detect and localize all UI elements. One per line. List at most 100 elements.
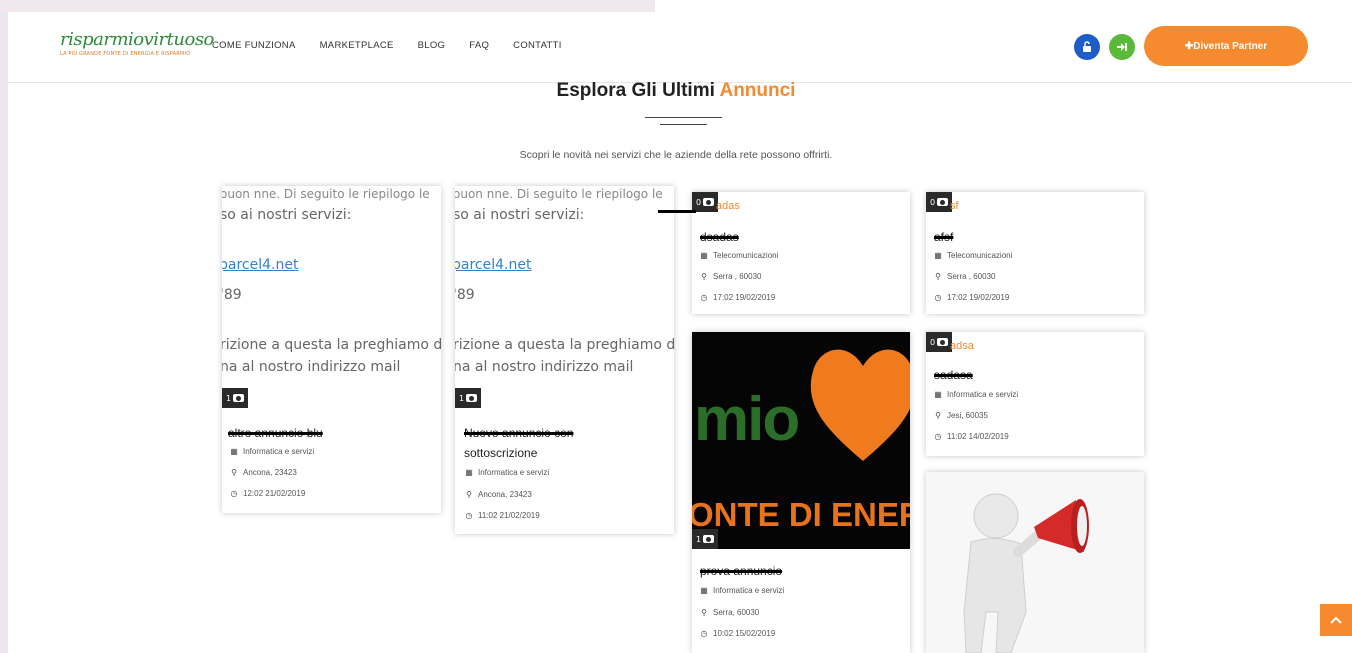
location-text: Jesi, 60035 (947, 411, 988, 420)
nav-blog[interactable]: BLOG (418, 40, 446, 51)
image-text-line: ouon nne. Di seguito le riepilogo le (455, 187, 663, 201)
category-text: Telecomunicazioni (713, 251, 779, 260)
location-text: Serra , 60030 (713, 272, 762, 281)
listing-category: ▦ Informatica e servizi (700, 586, 784, 595)
photo-count-badge: 1 (455, 388, 482, 408)
section-title-main: Esplora Gli Ultimi (556, 80, 720, 101)
listing-card[interactable]: ouon nne. Di seguito le riepilogo le so … (455, 186, 674, 534)
listing-title[interactable]: altro annuncio blu (228, 426, 323, 440)
image-text-line: na al nostro indirizzo mail (455, 359, 634, 375)
image-text: ONTE DI ENER (692, 496, 910, 533)
sign-in-button[interactable] (1109, 34, 1135, 60)
listing-title[interactable]: prova annuncio (700, 564, 782, 578)
category-text: Informatica e servizi (243, 447, 315, 456)
camera-icon (233, 394, 245, 402)
map-marker-icon: ⚲ (701, 608, 707, 617)
heart-logo-icon (810, 349, 910, 461)
nav-come-funziona[interactable]: COME FUNZIONA (212, 40, 296, 51)
image-text-line: so ai nostri servizi: (222, 207, 352, 223)
image-text-line: '89 (455, 287, 475, 303)
listing-location: ⚲ Ancona, 23423 (465, 490, 532, 499)
redaction-mark (658, 210, 696, 213)
clock-icon: ◷ (700, 293, 708, 302)
listing-card[interactable]: mio ONTE DI ENER 1 prova annuncio ▦ Infor… (692, 332, 910, 653)
listing-date: ◷ 10:02 15/02/2019 (700, 629, 776, 638)
title-divider (645, 117, 722, 118)
photo-count-badge: 0 (926, 332, 953, 352)
listing-title[interactable]: Nuovo annuncio con (464, 426, 573, 440)
clock-icon: ◷ (934, 432, 942, 441)
logo-tagline: LA PIÙ GRANDE FONTE DI ENERGIA E RISPARM… (60, 51, 191, 57)
site-logo[interactable]: risparmiovirtuoso LA PIÙ GRANDE FONTE DI… (60, 29, 214, 57)
nav-marketplace[interactable]: MARKETPLACE (320, 40, 394, 51)
date-text: 17:02 19/02/2019 (713, 293, 776, 302)
th-large-icon: ▦ (700, 251, 708, 260)
photo-count-badge: 1 (692, 529, 719, 549)
listing-location: ⚲ Ancona, 23423 (230, 468, 297, 477)
map-marker-icon: ⚲ (935, 272, 941, 281)
listing-location: ⚲ Serra , 60030 (700, 272, 761, 281)
listing-location: ⚲ Serra , 60030 (934, 272, 995, 281)
clock-icon: ◷ (230, 489, 238, 498)
photo-count: 0 (696, 197, 702, 207)
listing-location: ⚲ Serra, 60030 (700, 608, 759, 617)
camera-icon (703, 198, 715, 206)
listing-card[interactable]: 0 adsa sadasa ▦ Informatica e servizi ⚲ Je… (926, 332, 1144, 456)
listing-card[interactable]: 0 adas dsadas ▦ Telecomunicazioni ⚲ Serra … (692, 192, 910, 314)
photo-count-badge: 1 (222, 388, 249, 408)
image-text-line: ouon nne. Di seguito le riepilogo le (222, 187, 430, 201)
chevron-up-icon (1330, 616, 1342, 624)
photo-count-badge: 0 (692, 192, 719, 212)
clock-icon: ◷ (465, 511, 473, 520)
listing-date: ◷ 17:02 19/02/2019 (934, 293, 1010, 302)
category-text: Telecomunicazioni (947, 251, 1013, 260)
clock-icon: ◷ (700, 629, 708, 638)
date-text: 11:02 21/02/2019 (478, 511, 540, 520)
listing-date: ◷ 11:02 21/02/2019 (465, 511, 540, 520)
unlock-icon (1083, 41, 1091, 52)
th-large-icon: ▦ (700, 586, 708, 595)
listing-title-line2[interactable]: sottoscrizione (464, 446, 537, 460)
listing-category: ▦ Telecomunicazioni (934, 251, 1012, 260)
listing-title[interactable]: afsf (934, 230, 953, 244)
photo-count: 1 (696, 534, 702, 544)
listing-title[interactable]: dsadas (700, 230, 739, 244)
date-text: 12:02 21/02/2019 (243, 489, 306, 498)
category-text: Informatica e servizi (713, 586, 785, 595)
map-marker-icon: ⚲ (466, 490, 472, 499)
become-partner-button[interactable]: ✚Diventa Partner (1144, 26, 1308, 66)
section-title-accent: Annunci (719, 80, 796, 101)
location-text: Ancona, 23423 (243, 468, 297, 477)
map-marker-icon: ⚲ (701, 272, 707, 281)
clock-icon: ◷ (934, 293, 942, 302)
nav-faq[interactable]: FAQ (469, 40, 489, 51)
th-large-icon: ▦ (230, 447, 238, 456)
photo-count: 1 (459, 393, 465, 403)
map-marker-icon: ⚲ (231, 468, 237, 477)
date-text: 10:02 15/02/2019 (713, 629, 776, 638)
category-text: Informatica e servizi (947, 390, 1019, 399)
nav-contatti[interactable]: CONTATTI (513, 40, 562, 51)
location-text: Ancona, 23423 (478, 490, 532, 499)
listing-card[interactable]: 0 sf afsf ▦ Telecomunicazioni ⚲ Serra , 60… (926, 192, 1144, 314)
image-text-line: so ai nostri servizi: (455, 207, 585, 223)
listing-image: mio ONTE DI ENER (692, 332, 910, 549)
listing-card[interactable] (926, 472, 1144, 653)
map-marker-icon: ⚲ (935, 411, 941, 420)
listing-date: ◷ 12:02 21/02/2019 (230, 489, 306, 498)
image-text-line: '89 (222, 287, 242, 303)
listing-category: ▦ Telecomunicazioni (700, 251, 778, 260)
main-nav: COME FUNZIONA MARKETPLACE BLOG FAQ CONTA… (212, 40, 586, 51)
listing-category: ▦ Informatica e servizi (934, 390, 1018, 399)
listing-title[interactable]: sadasa (934, 368, 973, 382)
listing-category: ▦ Informatica e servizi (230, 447, 314, 456)
listing-card[interactable]: ouon nne. Di seguito le riepilogo le so … (222, 186, 441, 513)
camera-icon (937, 338, 949, 346)
login-lock-button[interactable] (1074, 34, 1100, 60)
date-text: 17:02 19/02/2019 (947, 293, 1010, 302)
listing-label: sf (950, 200, 959, 212)
image-text-line: rizione a questa la preghiamo di (455, 337, 674, 353)
listing-date: ◷ 11:02 14/02/2019 (934, 432, 1009, 441)
image-text-line: na al nostro indirizzo mail (222, 359, 401, 375)
scroll-to-top-button[interactable] (1320, 604, 1352, 636)
